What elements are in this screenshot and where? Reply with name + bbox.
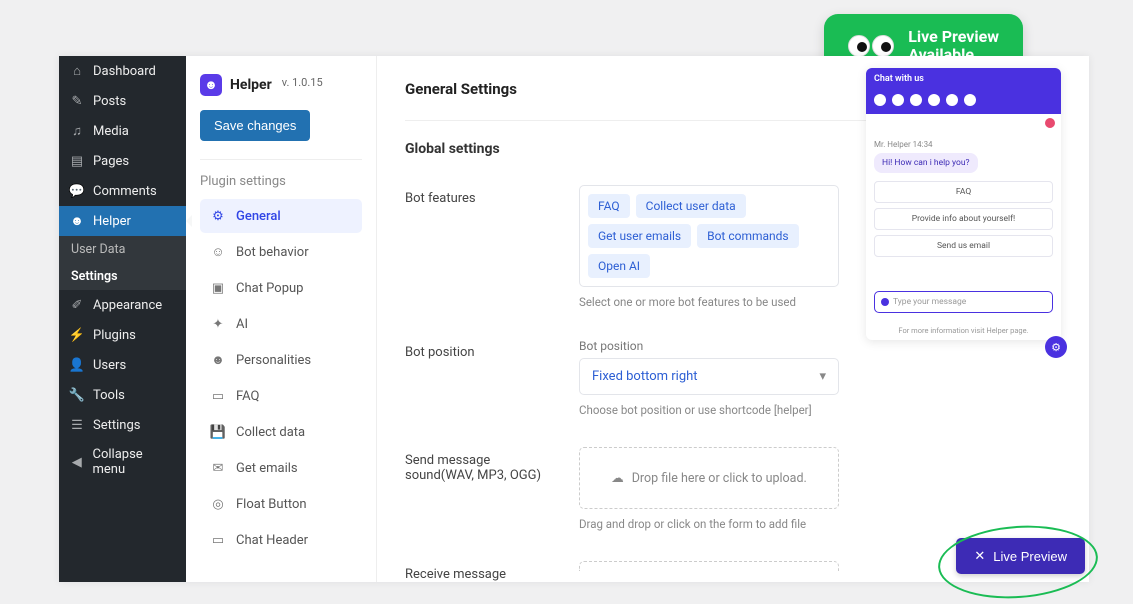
bot-features-help: Select one or more bot features to be us… (579, 295, 839, 309)
ai-icon: ✦ (210, 316, 226, 332)
brush-icon: ✐ (69, 297, 85, 313)
field-send-sound: Send message sound(WAV, MP3, OGG) ☁ Drop… (405, 447, 1061, 531)
plugin-nav-get-emails[interactable]: ✉Get emails (200, 451, 362, 485)
sidebar-item-posts[interactable]: ✎Posts (59, 86, 186, 116)
sliders-icon: ☰ (69, 417, 85, 433)
sidebar-item-media[interactable]: ♫Media (59, 116, 186, 146)
save-changes-button[interactable]: Save changes (200, 110, 310, 141)
comment-icon: 💬 (69, 183, 85, 199)
receive-sound-label: Receive message sound(WAV, (405, 561, 555, 582)
collapse-icon: ◀ (69, 454, 85, 470)
chat-preview-social-icons (866, 90, 1061, 114)
wp-admin-sidebar: ⌂Dashboard ✎Posts ♫Media ▤Pages 💬Comment… (59, 56, 186, 582)
sidebar-sub-settings[interactable]: Settings (59, 263, 186, 290)
tag-collect-user-data[interactable]: Collect user data (636, 194, 746, 218)
chat-input: Type your message (874, 291, 1053, 313)
close-icon: ✕ (974, 548, 985, 564)
media-icon: ♫ (69, 123, 85, 139)
plugin-nav-ai[interactable]: ✦AI (200, 307, 362, 341)
field-bot-position: Bot position Bot position Fixed bottom r… (405, 339, 1061, 417)
sidebar-item-settings[interactable]: ☰Settings (59, 410, 186, 440)
mask-icon: ☻ (210, 352, 226, 368)
plugin-nav-bot-behavior[interactable]: ☺Bot behavior (200, 235, 362, 269)
mail-icon: ✉ (210, 460, 226, 476)
chat-bubble: Hi! How can i help you? (874, 153, 978, 173)
plugin-nav-chat-popup[interactable]: ▣Chat Popup (200, 271, 362, 305)
gear-icon: ⚙ (210, 208, 226, 224)
bot-position-select-label: Bot position (579, 339, 839, 353)
chat-quick-info: Provide info about yourself! (874, 208, 1053, 230)
plugin-nav-collect-data[interactable]: 💾Collect data (200, 415, 362, 449)
bot-position-help: Choose bot position or use shortcode [he… (579, 403, 839, 417)
chat-float-gear-icon: ⚙ (1045, 336, 1067, 358)
sidebar-item-collapse[interactable]: ◀Collapse menu (59, 440, 186, 484)
chat-quick-faq: FAQ (874, 181, 1053, 203)
bot-features-label: Bot features (405, 185, 555, 309)
plugin-nav-faq[interactable]: ▭FAQ (200, 379, 362, 413)
tag-open-ai[interactable]: Open AI (588, 254, 650, 278)
tag-faq[interactable]: FAQ (588, 194, 630, 218)
sidebar-helper-submenu: User Data Settings (59, 236, 186, 290)
record-icon (881, 298, 889, 306)
sidebar-item-comments[interactable]: 💬Comments (59, 176, 186, 206)
plugin-brand: ☻ Helper v. 1.0.15 (200, 74, 362, 96)
plugin-nav-chat-header[interactable]: ▭Chat Header (200, 523, 362, 557)
float-icon: ◎ (210, 496, 226, 512)
dashboard-icon: ⌂ (69, 63, 85, 79)
page-icon: ▤ (69, 153, 85, 169)
sidebar-item-tools[interactable]: 🔧Tools (59, 380, 186, 410)
plugin-section-title: Plugin settings (200, 174, 362, 189)
tag-get-user-emails[interactable]: Get user emails (588, 224, 691, 248)
plug-icon: ⚡ (69, 327, 85, 343)
sidebar-item-helper[interactable]: ☻Helper (59, 206, 186, 236)
send-sound-help: Drag and drop or click on the form to ad… (579, 517, 839, 531)
chat-preview-header: Chat with us (866, 68, 1061, 90)
user-icon: 👤 (69, 357, 85, 373)
save-icon: 💾 (210, 424, 226, 440)
faq-icon: ▭ (210, 388, 226, 404)
sidebar-item-appearance[interactable]: ✐Appearance (59, 290, 186, 320)
bot-position-select[interactable]: Fixed bottom right ▾ (579, 358, 839, 395)
bot-features-tags[interactable]: FAQ Collect user data Get user emails Bo… (579, 185, 839, 287)
plugin-nav-general[interactable]: ⚙General (200, 199, 362, 233)
send-sound-dropzone[interactable]: ☁ Drop file here or click to upload. (579, 447, 839, 509)
sidebar-item-dashboard[interactable]: ⌂Dashboard (59, 56, 186, 86)
sidebar-sub-userdata[interactable]: User Data (59, 236, 186, 263)
cloud-upload-icon: ☁ (611, 470, 624, 486)
plugin-logo-icon: ☻ (200, 74, 222, 96)
sidebar-item-plugins[interactable]: ⚡Plugins (59, 320, 186, 350)
sidebar-item-pages[interactable]: ▤Pages (59, 146, 186, 176)
sidebar-item-users[interactable]: 👤Users (59, 350, 186, 380)
bot-position-label: Bot position (405, 339, 555, 417)
chevron-down-icon: ▾ (819, 369, 826, 384)
helper-icon: ☻ (69, 213, 85, 229)
close-icon (1045, 118, 1055, 128)
pin-icon: ✎ (69, 93, 85, 109)
tag-bot-commands[interactable]: Bot commands (697, 224, 799, 248)
chat-preview-close (866, 114, 1061, 132)
chat-quick-email: Send us email (874, 235, 1053, 257)
chat-stamp: Mr. Helper 14:34 (874, 140, 1053, 149)
smile-icon: ☺ (210, 244, 226, 260)
popup-icon: ▣ (210, 280, 226, 296)
main-content: General Settings Global settings Bot fea… (377, 56, 1089, 582)
plugin-version: v. 1.0.15 (282, 76, 323, 89)
plugin-nav-personalities[interactable]: ☻Personalities (200, 343, 362, 377)
live-preview-button[interactable]: ✕ Live Preview (956, 538, 1085, 574)
header-icon: ▭ (210, 532, 226, 548)
wrench-icon: 🔧 (69, 387, 85, 403)
chat-preview: Chat with us Mr. Helper 14:34 Hi! How ca… (866, 68, 1061, 340)
chat-footer: For more information visit Helper page. (866, 321, 1061, 340)
eyes-icon (848, 35, 894, 57)
send-sound-label: Send message sound(WAV, MP3, OGG) (405, 447, 555, 531)
live-badge-line1: Live Preview (908, 28, 999, 46)
plugin-nav-float-button[interactable]: ◎Float Button (200, 487, 362, 521)
plugin-sidebar: ☻ Helper v. 1.0.15 Save changes Plugin s… (186, 56, 377, 582)
receive-sound-dropzone[interactable] (579, 561, 839, 571)
